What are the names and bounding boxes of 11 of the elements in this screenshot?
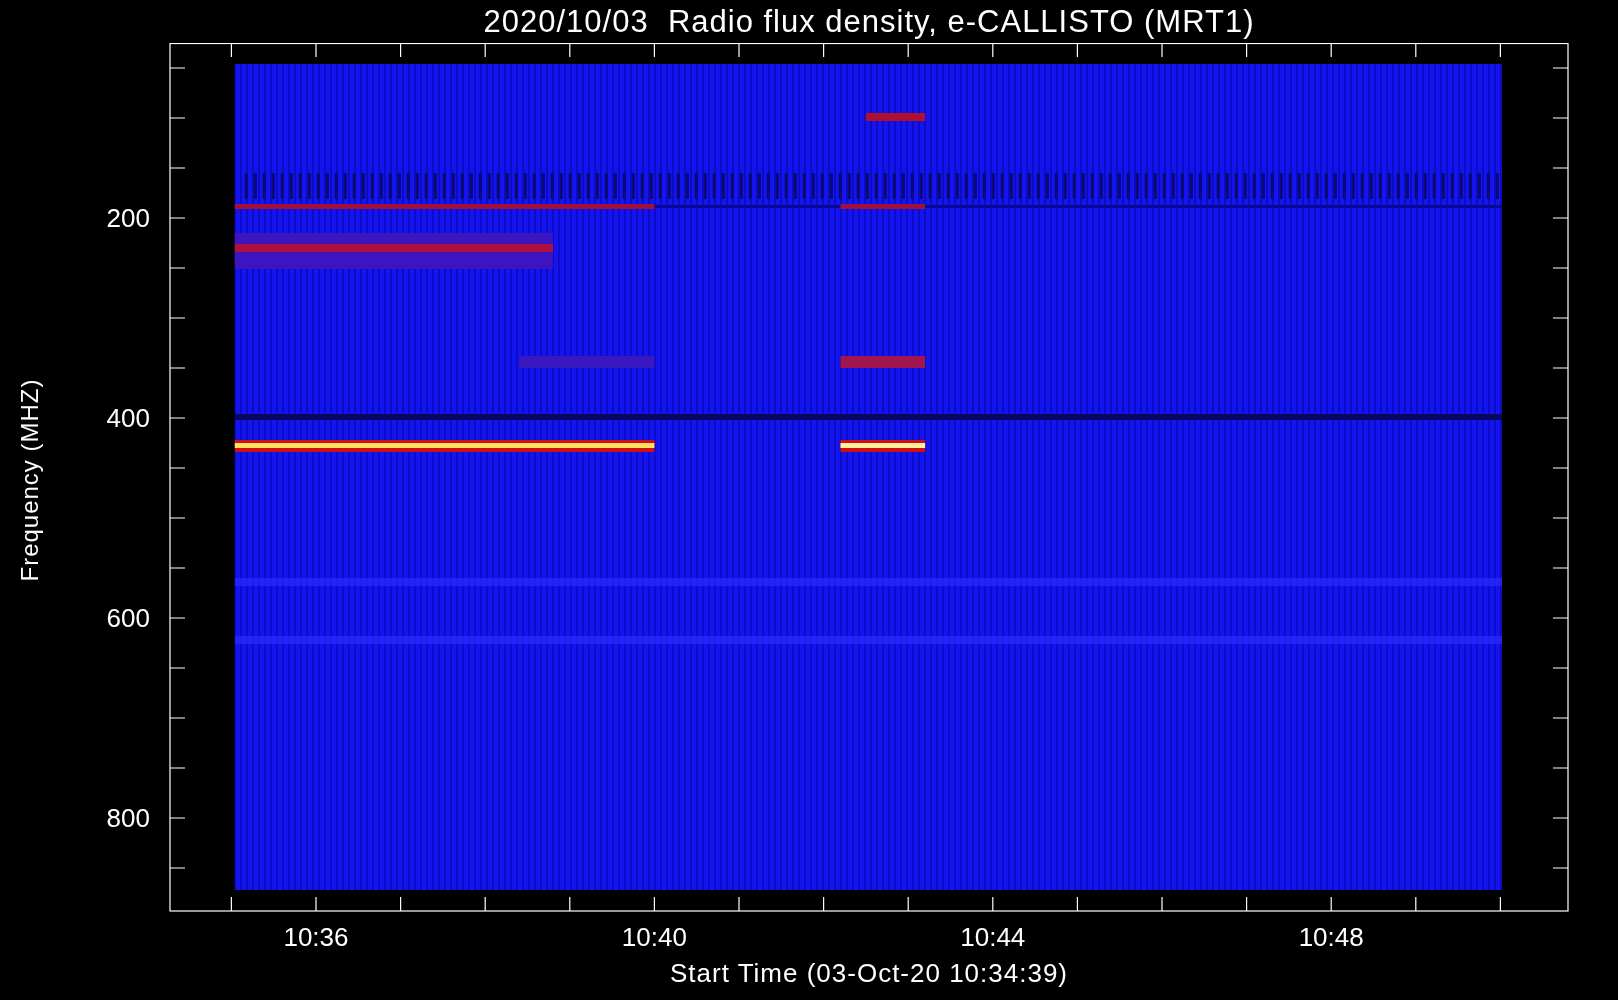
y-tick-label: 400 xyxy=(106,403,150,433)
y-tick-label: 600 xyxy=(106,603,150,633)
y-tick-label: 800 xyxy=(106,803,150,833)
x-tick-label: 10:44 xyxy=(960,922,1026,952)
chart-title: 2020/10/03 Radio flux density, e-CALLISTO (MRT1) xyxy=(482,2,1256,41)
x-tick-label: 10:48 xyxy=(1298,922,1364,952)
x-tick-label: 10:36 xyxy=(283,922,349,952)
x-axis-label: Start Time (03-Oct-20 10:34:39) xyxy=(669,958,1068,988)
y-axis-label: Frequency (MHZ) xyxy=(16,378,44,582)
y-tick-label: 200 xyxy=(106,203,150,233)
x-tick-label: 10:40 xyxy=(621,922,687,952)
